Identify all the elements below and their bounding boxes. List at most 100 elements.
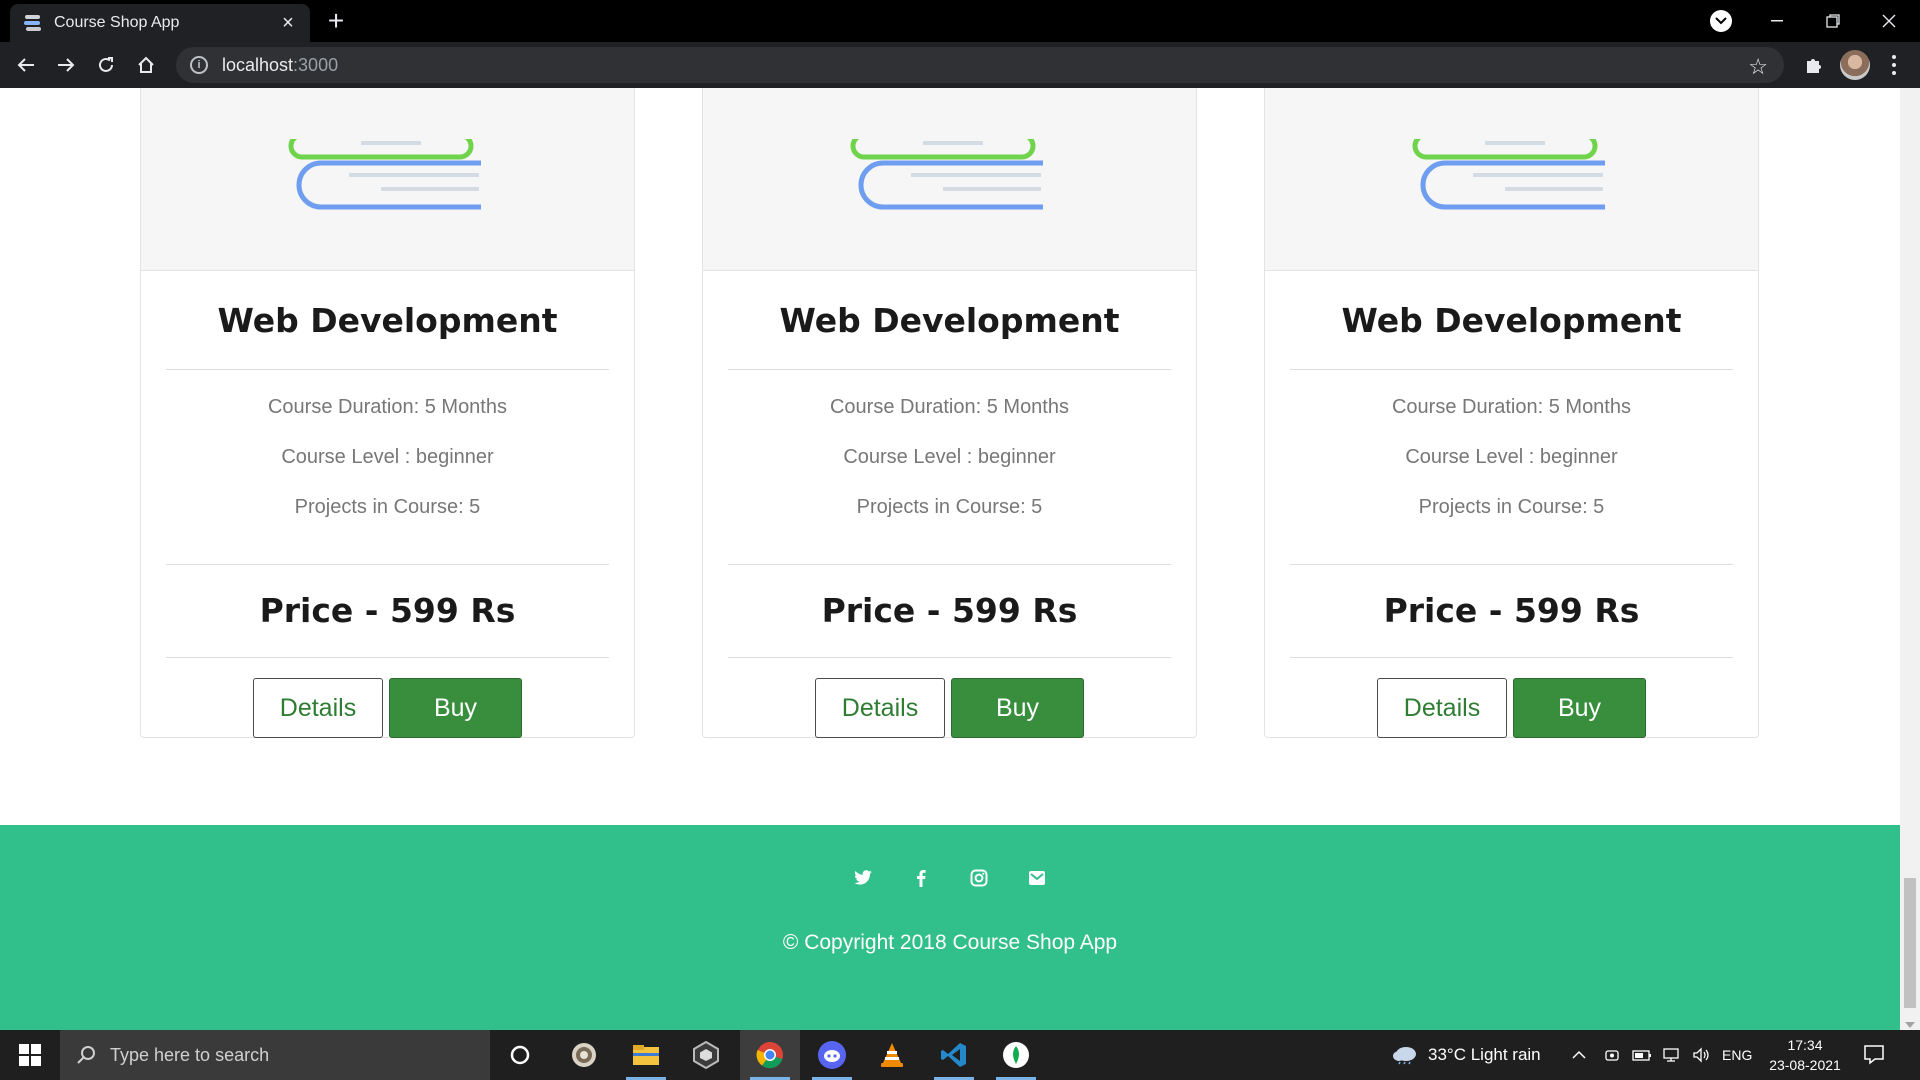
volume-icon[interactable] — [1692, 1047, 1712, 1063]
minimize-icon[interactable] — [1750, 0, 1804, 42]
course-duration: Course Duration: 5 Months — [829, 396, 1069, 418]
course-projects: Projects in Course: 5 — [856, 496, 1043, 518]
scrollbar-thumb[interactable] — [1904, 878, 1916, 1008]
clock-time: 17:34 — [1787, 1037, 1823, 1053]
course-level: Course Level : beginner — [1405, 446, 1618, 468]
unknown-app-icon[interactable] — [554, 1030, 614, 1080]
page-scrollbar[interactable] — [1900, 88, 1920, 1030]
course-card: Web Development Course Duration: 5 Month… — [1264, 88, 1759, 738]
windows-start-icon[interactable] — [0, 1030, 60, 1080]
bookmark-star-icon[interactable]: ☆ — [1748, 54, 1768, 80]
profile-avatar[interactable] — [1840, 50, 1870, 80]
new-tab-icon[interactable]: + — [322, 7, 350, 36]
chrome-icon[interactable] — [740, 1030, 800, 1080]
input-language[interactable]: ENG — [1722, 1030, 1752, 1080]
file-explorer-icon[interactable] — [616, 1030, 676, 1080]
course-projects: Projects in Course: 5 — [294, 496, 481, 518]
buy-button[interactable]: Buy — [1513, 678, 1646, 738]
clock-date: 23-08-2021 — [1769, 1057, 1841, 1073]
windows-taskbar: Type here to search 33°C Light rain ENG … — [0, 1030, 1920, 1080]
site-footer: © Copyright 2018 Course Shop App — [0, 825, 1900, 1030]
course-level: Course Level : beginner — [281, 446, 494, 468]
course-price: Price - 599 Rs — [259, 591, 516, 630]
notification-center-icon[interactable] — [1862, 1042, 1888, 1068]
course-image — [703, 88, 1196, 271]
weather-text: 33°C Light rain — [1428, 1045, 1541, 1064]
course-info: Course Duration: 5 Months Course Level :… — [1265, 370, 1758, 564]
buy-button[interactable]: Buy — [389, 678, 522, 738]
restore-icon[interactable] — [1806, 0, 1860, 42]
divider — [166, 657, 609, 658]
buy-button[interactable]: Buy — [951, 678, 1084, 738]
twitter-icon[interactable] — [852, 867, 874, 889]
reload-icon[interactable] — [92, 51, 120, 79]
details-button[interactable]: Details — [815, 678, 945, 738]
scroll-down-arrow-icon[interactable] — [1905, 1022, 1915, 1028]
cortana-icon[interactable] — [490, 1030, 550, 1080]
vscode-icon[interactable] — [924, 1030, 984, 1080]
course-duration: Course Duration: 5 Months — [1391, 396, 1631, 418]
social-links — [0, 867, 1900, 889]
network-icon[interactable] — [1662, 1047, 1682, 1063]
card-actions: Details Buy — [703, 678, 1196, 738]
unity-icon[interactable] — [676, 1030, 736, 1080]
course-card: Web Development Course Duration: 5 Month… — [702, 88, 1197, 738]
card-actions: Details Buy — [141, 678, 634, 738]
books-favicon-icon — [22, 12, 44, 34]
course-image — [141, 88, 634, 271]
course-card: Web Development Course Duration: 5 Month… — [140, 88, 635, 738]
course-price: Price - 599 Rs — [1383, 591, 1640, 630]
instagram-icon[interactable] — [968, 867, 990, 889]
back-icon[interactable] — [12, 51, 40, 79]
details-button[interactable]: Details — [253, 678, 383, 738]
divider — [1290, 657, 1733, 658]
browser-tab[interactable]: Course Shop App × — [10, 4, 310, 42]
card-actions: Details Buy — [1265, 678, 1758, 738]
copyright-text: © Copyright 2018 Course Shop App — [782, 931, 1118, 954]
facebook-icon[interactable] — [910, 867, 932, 889]
address-bar[interactable]: i localhost:3000 ☆ — [176, 47, 1784, 83]
course-level: Course Level : beginner — [843, 446, 1056, 468]
mail-icon[interactable] — [1026, 867, 1048, 889]
books-illustration-icon — [1412, 139, 1605, 210]
course-title: Web Development — [1341, 301, 1682, 340]
close-tab-icon[interactable]: × — [278, 13, 298, 33]
divider — [728, 657, 1171, 658]
discord-icon[interactable] — [802, 1030, 862, 1080]
course-title: Web Development — [217, 301, 558, 340]
vlc-icon[interactable] — [862, 1030, 922, 1080]
url-port: :3000 — [293, 54, 339, 75]
web-page: Web Development Course Duration: 5 Month… — [0, 88, 1900, 1030]
course-info: Course Duration: 5 Months Course Level :… — [703, 370, 1196, 564]
browser-tab-bar: Course Shop App × + — [0, 0, 1920, 42]
course-price: Price - 599 Rs — [821, 591, 1078, 630]
chrome-profile-menu-icon[interactable] — [1710, 10, 1732, 32]
extensions-puzzle-icon[interactable] — [1800, 51, 1828, 79]
books-illustration-icon — [288, 139, 481, 210]
browser-toolbar: i localhost:3000 ☆ — [0, 42, 1920, 88]
search-icon — [77, 1046, 95, 1064]
books-illustration-icon — [850, 139, 1043, 210]
forward-icon[interactable] — [52, 51, 80, 79]
mongodb-compass-icon[interactable] — [986, 1030, 1046, 1080]
search-placeholder: Type here to search — [110, 1044, 270, 1065]
weather-widget[interactable]: 33°C Light rain — [1392, 1030, 1541, 1080]
browser-menu-icon[interactable] — [1884, 51, 1904, 79]
meet-now-icon[interactable] — [1604, 1047, 1620, 1063]
url-host: localhost — [222, 54, 294, 75]
course-projects: Projects in Course: 5 — [1418, 496, 1605, 518]
taskbar-search-box[interactable]: Type here to search — [60, 1030, 490, 1080]
details-button[interactable]: Details — [1377, 678, 1507, 738]
course-title: Web Development — [779, 301, 1120, 340]
battery-icon[interactable] — [1632, 1048, 1652, 1062]
close-window-icon[interactable] — [1862, 0, 1916, 42]
home-icon[interactable] — [132, 51, 160, 79]
show-hidden-icons-icon[interactable] — [1572, 1030, 1586, 1080]
site-info-icon[interactable]: i — [190, 56, 208, 74]
screen: Course Shop App × + i localhost:3000 ☆ … — [0, 0, 1920, 1080]
tab-title: Course Shop App — [54, 14, 180, 31]
taskbar-clock[interactable]: 17:34 23-08-2021 — [1760, 1035, 1850, 1075]
course-info: Course Duration: 5 Months Course Level :… — [141, 370, 634, 564]
tray-icons — [1604, 1030, 1712, 1080]
course-image — [1265, 88, 1758, 271]
